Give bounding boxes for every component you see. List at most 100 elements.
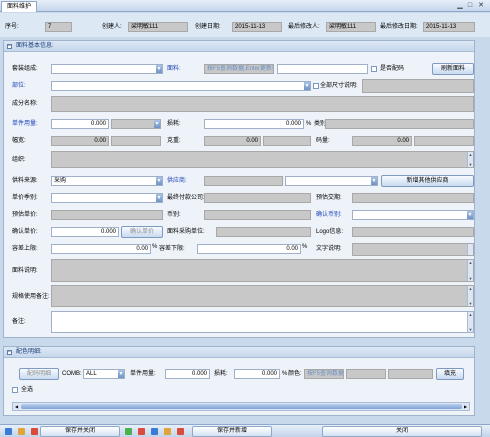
add-supplier-button[interactable]: 新增其他供应商	[381, 175, 474, 187]
minimize-icon[interactable]: ▁	[456, 2, 464, 9]
scroll-down-icon[interactable]: ▼	[468, 327, 473, 332]
size-label: 码量:	[316, 138, 330, 144]
gram-unit	[263, 136, 311, 146]
currency-label: 币别:	[167, 212, 181, 218]
scroll-up-icon[interactable]: ▲	[468, 286, 473, 291]
fabric-basic-header[interactable]: − 面料基本信息:	[4, 41, 474, 52]
unit-usage-field[interactable]: 0.000	[51, 119, 109, 129]
supplier-select[interactable]: ▼	[285, 176, 378, 186]
part-select[interactable]: ▼	[51, 81, 311, 91]
unit-usage-label: 单件用量:	[12, 121, 38, 127]
season-select[interactable]: ▼	[51, 193, 163, 203]
fill-button[interactable]: 填充	[436, 368, 464, 380]
chevron-down-icon[interactable]: ▼	[154, 120, 160, 128]
chevron-down-icon[interactable]: ▼	[156, 177, 162, 185]
close-icon[interactable]: ✕	[477, 2, 485, 9]
created-date-field: 2015-11-13	[232, 22, 282, 32]
color-detail-button[interactable]: 配码明细	[19, 368, 59, 380]
close-button[interactable]: 关闭	[322, 426, 482, 437]
chevron-down-icon[interactable]: ▼	[118, 370, 124, 378]
color-loss-field[interactable]: 0.000	[234, 369, 280, 379]
loss-field[interactable]: 0.000	[204, 119, 304, 129]
refresh-fabric-button[interactable]: 刷新面料	[432, 63, 474, 75]
is-color-checkbox[interactable]	[371, 66, 377, 72]
buy-unit-field	[216, 227, 311, 237]
size-field: 0.00	[352, 136, 412, 146]
app-icon[interactable]	[164, 428, 171, 435]
confirm-price-field[interactable]: 0.000	[51, 227, 119, 237]
org-label: 组织:	[12, 157, 26, 163]
save-close-button[interactable]: 保存并关闭	[40, 426, 120, 437]
scroll-right-icon[interactable]: ▶	[462, 403, 469, 410]
scroll-up-icon[interactable]: ▲	[468, 260, 473, 265]
tol-up-label: 容差上限:	[12, 246, 38, 252]
scroll-up-icon[interactable]: ▲	[468, 152, 473, 157]
creator-field: 梁明敏111	[128, 22, 188, 32]
chevron-down-icon[interactable]: ▼	[371, 177, 377, 185]
chevron-down-icon[interactable]: ▼	[304, 82, 310, 90]
chevron-down-icon[interactable]: ▼	[467, 211, 473, 219]
window-tab[interactable]: 面料维护	[1, 1, 38, 12]
color-label: 颜色:	[288, 371, 302, 377]
tol-down-field[interactable]: 0.00	[197, 244, 301, 254]
app-icon[interactable]	[125, 428, 132, 435]
size-desc-checkbox[interactable]	[313, 83, 319, 89]
remark-field[interactable]: ▲ ▼	[51, 311, 474, 333]
confirm-price-button[interactable]: 确认单价	[121, 226, 163, 238]
select-all-checkbox[interactable]	[12, 387, 18, 393]
spec-note-label: 规格使用备注:	[12, 294, 50, 300]
text-desc-label: 文字说明:	[316, 246, 342, 252]
app-icon[interactable]	[31, 428, 38, 435]
ingredient-label: 成分名称:	[12, 101, 38, 107]
text-desc-scrollbar[interactable]	[467, 244, 473, 255]
horizontal-scrollbar[interactable]: ◀ ▶	[12, 402, 470, 411]
maximize-icon[interactable]: □	[466, 2, 474, 9]
scroll-left-icon[interactable]: ◀	[13, 403, 20, 410]
tol-up-field[interactable]: 0.00	[51, 244, 151, 254]
chevron-down-icon[interactable]: ▼	[156, 194, 162, 202]
unit-usage-unit: ▼	[111, 119, 161, 129]
modified-date-label: 最后修改日期:	[380, 24, 418, 30]
color-detail-header[interactable]: − 配色明细:	[4, 347, 474, 358]
source-label: 供料来源:	[12, 178, 38, 184]
scroll-down-icon[interactable]: ▼	[468, 162, 473, 167]
app-icon[interactable]	[177, 428, 184, 435]
org-scrollbar[interactable]: ▲ ▼	[467, 152, 473, 167]
color-input[interactable]: 按F5查询数据	[304, 369, 344, 379]
collapse-icon[interactable]: −	[7, 350, 12, 355]
scroll-down-icon[interactable]: ▼	[468, 276, 473, 281]
color-loss-label: 损耗:	[214, 371, 228, 377]
confirm-currency-select[interactable]: ▼	[352, 210, 474, 220]
app-icon[interactable]	[151, 428, 158, 435]
collapse-icon[interactable]: −	[7, 44, 12, 49]
start-icon[interactable]	[5, 428, 12, 435]
set-select[interactable]: ▼	[51, 64, 163, 74]
pre-delivery-field	[352, 193, 474, 203]
modified-date-field: 2015-11-13	[423, 22, 475, 32]
last-pay-field	[204, 193, 311, 203]
modifier-label: 最后修改人:	[288, 24, 320, 30]
chevron-down-icon[interactable]: ▼	[156, 65, 162, 73]
tol-up-unit: %	[152, 244, 158, 250]
scroll-thumb[interactable]	[21, 404, 462, 409]
confirm-price-label: 确认单价:	[12, 229, 38, 235]
type-field	[325, 119, 474, 129]
gram-field: 0.00	[204, 136, 261, 146]
scroll-up-icon[interactable]: ▲	[468, 312, 473, 317]
save-new-button[interactable]: 保存并新增	[192, 426, 272, 437]
fabric-name-field[interactable]	[277, 64, 368, 74]
source-select[interactable]: 采购	[51, 176, 163, 186]
serial-field: 7	[45, 22, 72, 32]
app-icon[interactable]	[138, 428, 145, 435]
scroll-down-icon[interactable]: ▼	[468, 301, 473, 306]
spec-note-scrollbar[interactable]: ▲ ▼	[467, 286, 473, 306]
text-desc-field	[352, 243, 474, 256]
remark-scrollbar[interactable]: ▲ ▼	[467, 312, 473, 332]
color-loss-unit: %	[282, 371, 288, 377]
fabric-input[interactable]: 按F5查询数据,Enter更新数据	[204, 64, 274, 74]
fabric-desc-scrollbar[interactable]: ▲ ▼	[467, 260, 473, 281]
supplier-code-field[interactable]	[204, 176, 283, 186]
color-unit-usage-field[interactable]: 0.000	[165, 369, 210, 379]
folder-icon[interactable]	[18, 428, 25, 435]
taskbar: 保存并关闭 保存并新增 关闭	[0, 424, 490, 437]
